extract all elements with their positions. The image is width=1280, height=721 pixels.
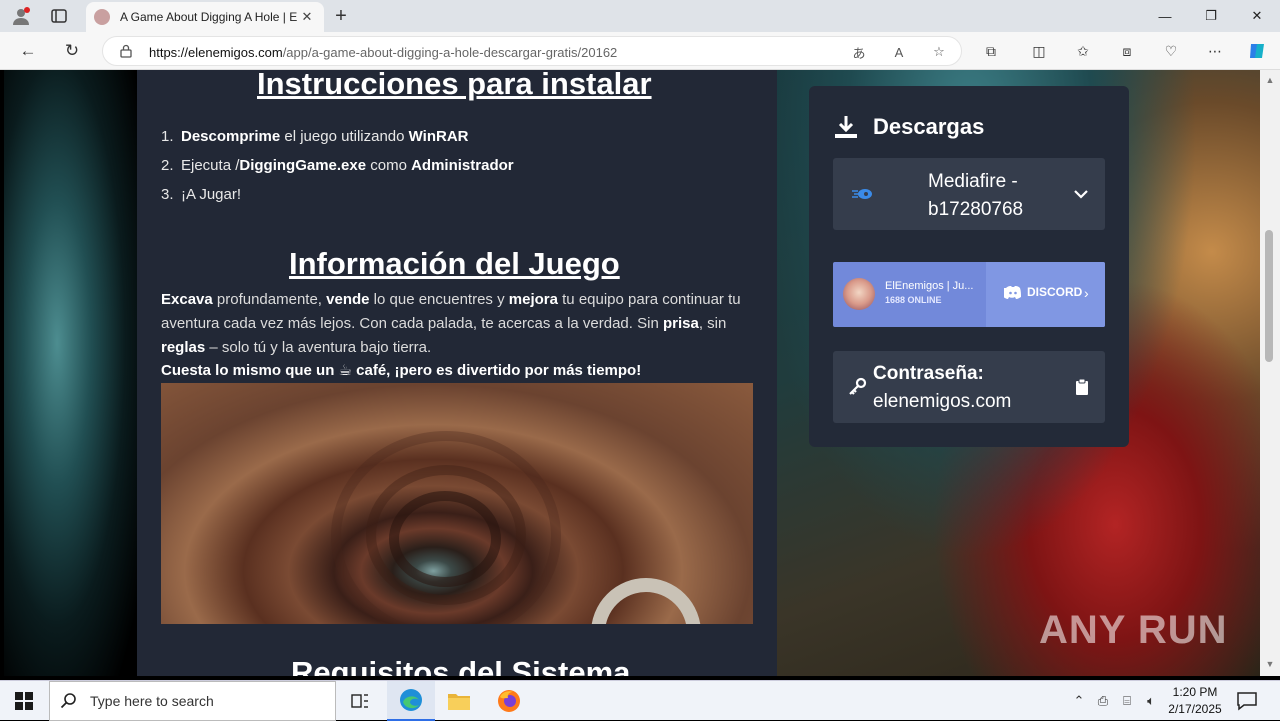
password-label: Contraseña: [873,363,984,384]
coffee-icon: ☕ [338,362,352,379]
tab-title: A Game About Digging A Hole | E [120,10,298,24]
read-aloud-icon[interactable]: A [889,43,909,61]
translate-icon[interactable]: あ [849,43,869,61]
refresh-icon[interactable]: ↻ [60,40,84,62]
system-clock[interactable]: 1:20 PM 2/17/2025 [1162,684,1228,718]
show-hidden-icons-chevron-up-icon[interactable]: ⌃ [1070,692,1088,710]
mediafire-icon [852,189,872,199]
url-text: https://elenemigos.com/app/a-game-about-… [149,45,618,60]
meet-now-icon[interactable]: ⎙ [1094,692,1112,710]
favorites-icon[interactable]: ✩ [1072,41,1094,61]
browser-tab-bar: A Game About Digging A Hole | E ✕ + — ❐ … [0,0,1280,32]
task-view-icon[interactable] [336,681,384,721]
search-icon [60,693,76,709]
list-item: 2. Ejecuta /DiggingGame.exe como Adminis… [161,157,514,174]
anyrun-watermark: ANY RUN [1039,608,1228,652]
game-screenshot [161,383,753,624]
windows-taskbar: Type here to search ⌃ ⎙ ⌸ 🔈︎ 1:20 PM 2/1… [0,680,1280,721]
windows-logo-icon [15,692,33,710]
chevron-right-icon: › [1084,285,1089,301]
requirements-heading: Requisitos del Sistema [291,655,631,676]
minimize-icon[interactable]: — [1142,0,1188,32]
network-icon[interactable]: ⌸ [1118,692,1136,710]
instructions-heading: Instrucciones para instalar [257,70,652,101]
discord-icon [1004,286,1021,299]
start-button[interactable] [0,681,48,721]
notifications-icon[interactable] [1236,691,1258,711]
collections-icon[interactable]: ⧈ [1116,41,1138,61]
mirror-label: Mediafire - b17280768 [928,171,1024,220]
active-tab[interactable]: A Game About Digging A Hole | E ✕ [86,2,324,32]
install-steps: 1. Descomprime el juego utilizando WinRA… [161,128,514,215]
address-toolbar: ← ↻ https://elenemigos.com/app/a-game-ab… [0,32,1280,70]
downloads-header: Descargas [833,114,984,140]
back-arrow-icon[interactable]: ← [16,40,40,62]
web-page: Instrucciones para instalar 1. Descompri… [4,70,1260,676]
discord-join-button[interactable]: DISCORD › [986,262,1105,327]
game-description: Excava profundamente, vende lo que encue… [161,291,741,356]
edge-taskbar-icon[interactable] [387,681,435,721]
taskbar-search[interactable]: Type here to search [49,681,336,721]
site-favicon-icon [94,9,110,25]
close-window-icon[interactable]: ✕ [1234,0,1280,32]
list-item: 1. Descomprime el juego utilizando WinRA… [161,128,469,145]
clipboard-icon[interactable] [1075,378,1089,396]
background-art-left [4,70,137,676]
restore-icon[interactable]: ❐ [1188,0,1234,32]
discord-online-count: 1688 ONLINE [885,295,942,305]
page-scrollbar[interactable]: ▲ ▼ [1260,70,1280,676]
article-content: Instrucciones para instalar 1. Descompri… [137,70,777,676]
file-explorer-icon[interactable] [435,681,483,721]
scroll-down-icon[interactable]: ▼ [1264,658,1276,670]
address-bar[interactable]: https://elenemigos.com/app/a-game-about-… [102,36,962,66]
copilot-icon[interactable] [1246,41,1268,61]
settings-more-icon[interactable]: ⋯ [1204,41,1226,61]
info-heading: Información del Juego [289,246,620,281]
scrollbar-thumb[interactable] [1265,230,1273,362]
password-box: Contraseña: elenemigos.com [833,351,1105,423]
extensions-icon[interactable]: ⧉ [980,41,1002,61]
discord-server-name: ElEnemigos | Ju... [885,280,974,292]
new-tab-button[interactable]: + [330,5,352,27]
mirror-select[interactable]: Mediafire - b17280768 [833,158,1105,230]
volume-icon[interactable]: 🔈︎ [1142,692,1160,710]
tab-actions-icon[interactable] [46,4,72,28]
profile-icon[interactable] [8,4,34,28]
password-value: elenemigos.com [873,391,1012,412]
downloads-panel: Descargas Mediafire - b17280768 ElEnemig… [809,86,1129,447]
lock-icon[interactable] [119,44,133,58]
browser-essentials-icon[interactable]: ♡ [1160,41,1182,61]
discord-server-avatar [843,278,875,310]
close-tab-icon[interactable]: ✕ [298,8,316,26]
split-screen-icon[interactable]: ◫ [1028,41,1050,61]
discord-widget[interactable]: ElEnemigos | Ju... 1688 ONLINE DISCORD › [833,262,1105,327]
favorite-star-icon[interactable]: ☆ [929,43,949,61]
chevron-down-icon[interactable] [1073,186,1089,202]
firefox-icon[interactable] [485,681,533,721]
download-icon [835,116,857,138]
list-item: 3. ¡A Jugar! [161,186,242,203]
game-tagline: Cuesta lo mismo que un ☕ café, ¡pero es … [161,362,642,379]
scroll-up-icon[interactable]: ▲ [1264,74,1276,86]
key-icon [849,377,867,395]
